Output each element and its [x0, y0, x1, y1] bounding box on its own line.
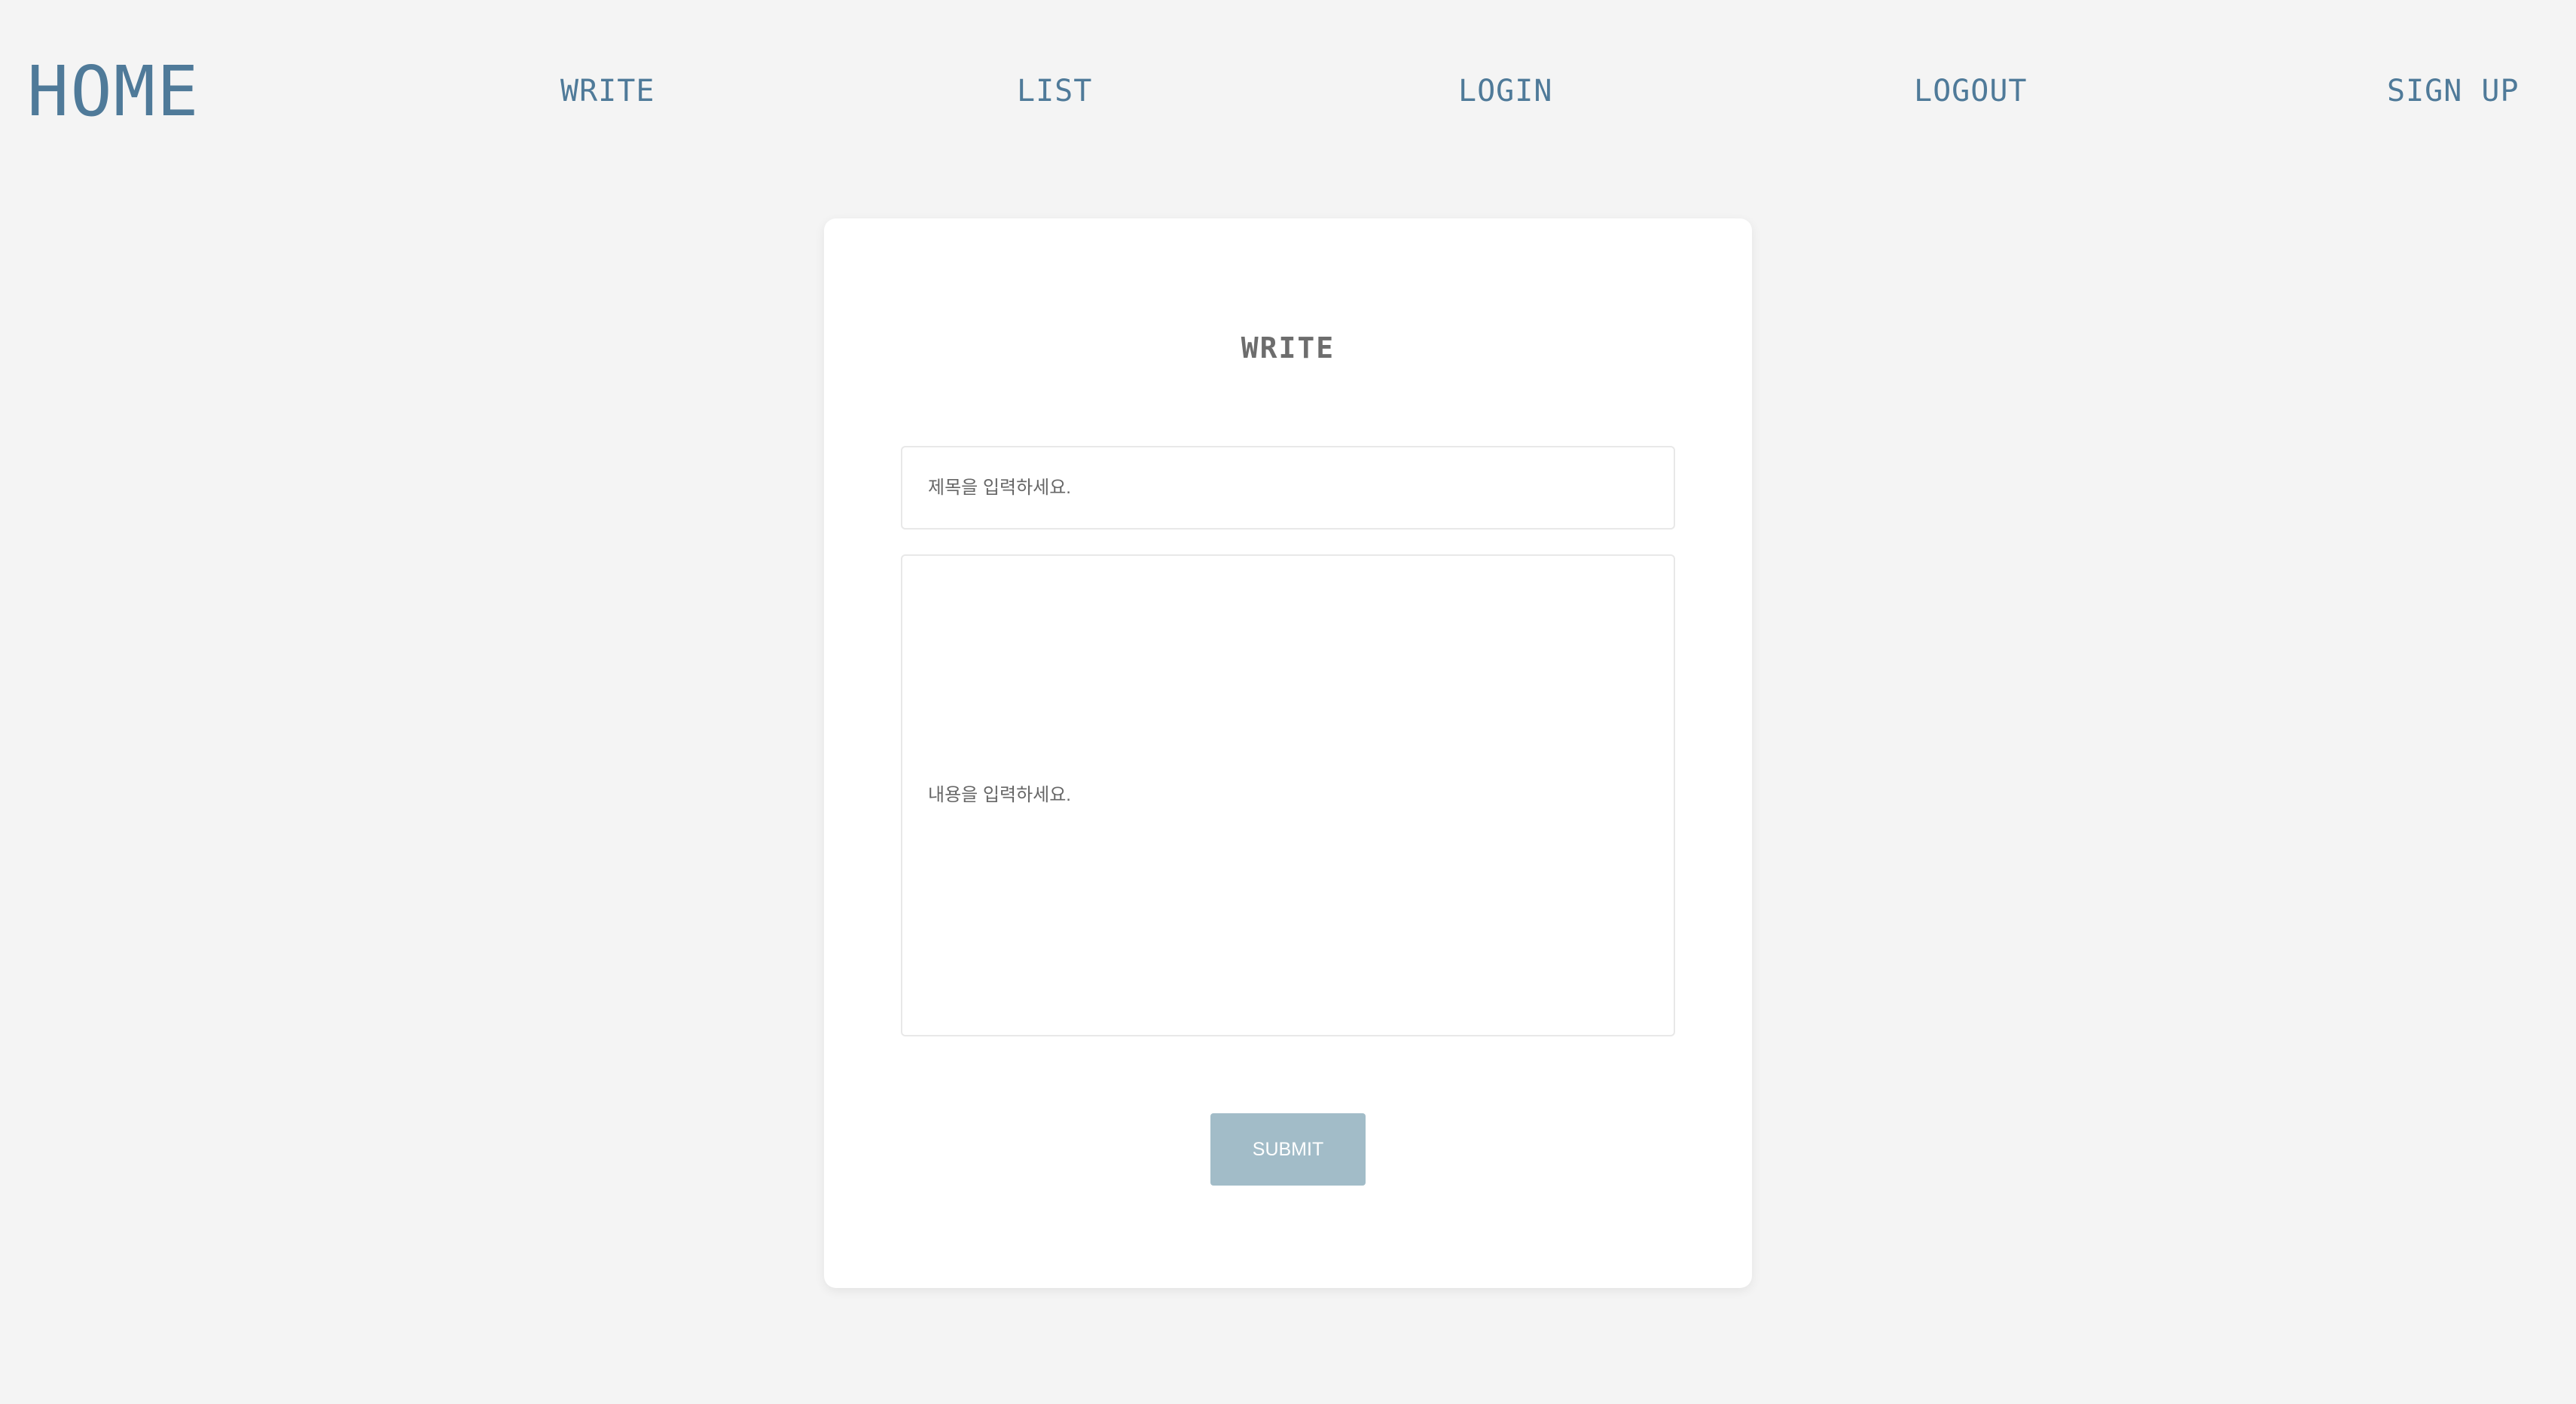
- home-link[interactable]: HOME: [27, 57, 200, 127]
- form-title: WRITE: [1241, 331, 1335, 365]
- nav-signup-link[interactable]: SIGN UP: [2387, 76, 2520, 106]
- title-input[interactable]: [901, 446, 1675, 530]
- nav-write-link[interactable]: WRITE: [560, 76, 655, 106]
- nav-list-link[interactable]: LIST: [1017, 76, 1092, 106]
- content-textarea[interactable]: [901, 554, 1675, 1036]
- nav-logout-link[interactable]: LOGOUT: [1914, 76, 2028, 106]
- top-nav: HOME WRITE LIST LOGIN LOGOUT SIGN UP: [0, 0, 2576, 181]
- submit-button[interactable]: SUBMIT: [1210, 1113, 1366, 1186]
- nav-login-link[interactable]: LOGIN: [1458, 76, 1552, 106]
